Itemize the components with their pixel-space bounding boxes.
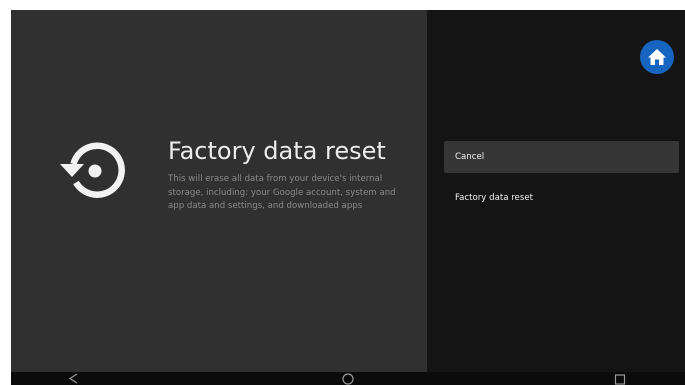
page-title: Factory data reset xyxy=(168,137,386,165)
cancel-button[interactable]: Cancel xyxy=(444,141,679,173)
factory-data-reset-button[interactable]: Factory data reset xyxy=(444,182,679,214)
navigation-bar xyxy=(11,372,685,385)
recents-icon[interactable] xyxy=(612,372,628,385)
home-icon[interactable] xyxy=(340,372,356,385)
info-panel: Factory data reset This will erase all d… xyxy=(11,10,427,372)
factory-reset-screen: Factory data reset This will erase all d… xyxy=(11,10,685,385)
home-icon xyxy=(648,49,666,65)
back-icon[interactable] xyxy=(66,372,82,385)
restore-icon xyxy=(60,142,125,198)
reset-description: This will erase all data from your devic… xyxy=(168,174,396,211)
factory-data-reset-button-label: Factory data reset xyxy=(455,193,533,203)
home-button[interactable] xyxy=(640,40,674,74)
cancel-button-label: Cancel xyxy=(455,152,485,162)
